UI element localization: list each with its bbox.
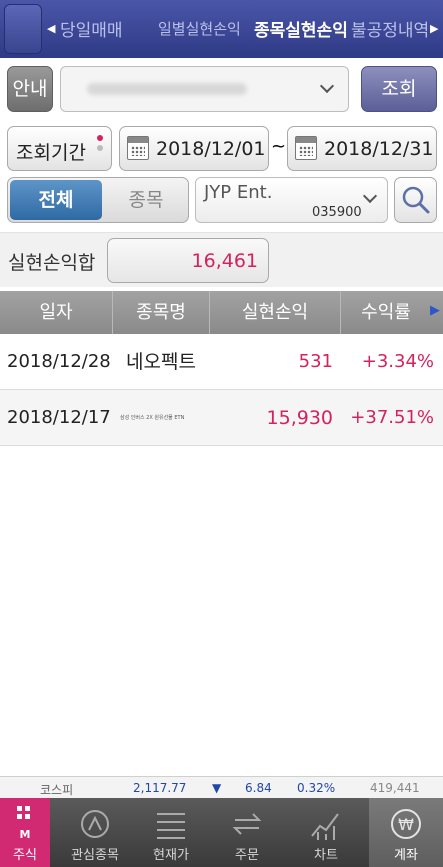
period-label: 조회기간: [16, 142, 86, 164]
nav-chart[interactable]: 차트: [289, 798, 363, 867]
summary-value-box: 16,461: [107, 238, 269, 283]
table-header: 일자 종목명 실현손익 수익률 ▶: [0, 291, 443, 334]
nav-label: 차트: [314, 848, 338, 863]
search-button[interactable]: 조회: [361, 66, 437, 112]
nav-current-price[interactable]: 현재가: [134, 798, 208, 867]
guide-button[interactable]: 안내: [7, 66, 53, 112]
ticker-index-name: 코스피: [40, 783, 74, 797]
ticker-change: 6.84: [245, 781, 272, 795]
stock-select[interactable]: JYP Ent. 035900: [195, 177, 388, 223]
calendar-icon: [127, 136, 149, 160]
end-date-field[interactable]: 2018/12/31: [287, 126, 437, 171]
row-date: 2018/12/17: [7, 407, 111, 428]
filter-stock-button[interactable]: 종목: [104, 180, 188, 220]
column-header-date: 일자: [0, 291, 113, 334]
won-icon: ₩: [391, 809, 421, 839]
table-row[interactable]: 2018/12/28 네오펙트 531 +3.34%: [0, 334, 443, 390]
nav-label: 계좌: [394, 848, 418, 863]
price-list-icon: [157, 813, 185, 839]
column-header-rate: 수익률: [361, 302, 411, 323]
start-date: 2018/12/01: [156, 138, 266, 160]
chevron-down-icon: [362, 188, 378, 204]
period-toggle-icon: [97, 135, 103, 161]
tab-today-trades[interactable]: 당일매매: [60, 16, 123, 41]
column-header-pnl: 실현손익: [210, 291, 341, 334]
brand-logo: M: [19, 828, 31, 841]
stock-code: 035900: [312, 205, 362, 220]
tab-daily-pnl[interactable]: 일별실현손익: [158, 18, 241, 39]
row-stock-name: 삼성 인버스 2X 원유선물 ETN: [120, 415, 185, 421]
filter-segmented-control: 전체 종목: [7, 177, 189, 223]
tab-stock-pnl[interactable]: 종목실현손익: [254, 16, 348, 41]
filter-all-button[interactable]: 전체: [10, 180, 102, 220]
down-arrow-icon: ▼: [212, 781, 222, 795]
tab-scroll-left-icon[interactable]: ◀: [47, 22, 55, 35]
row-rate: +37.51%: [350, 407, 434, 428]
tab-scroll-right-icon[interactable]: ▶: [430, 22, 438, 35]
summary-label: 실현손익합: [8, 252, 96, 274]
row-rate: +3.34%: [361, 351, 434, 372]
grid-icon: [17, 806, 30, 819]
row-stock-name: 네오펙트: [126, 351, 196, 373]
ticker-percent: 0.32%: [297, 781, 336, 795]
menu-button[interactable]: [4, 4, 42, 54]
row-pnl: 531: [298, 351, 333, 372]
account-select[interactable]: [60, 66, 349, 112]
row-date: 2018/12/28: [7, 351, 111, 372]
stock-name: JYP Ent.: [204, 182, 273, 203]
order-exchange-icon: [232, 813, 262, 835]
top-tab-bar: ◀ 당일매매 일별실현손익 종목실현손익 불공정내역 ▶: [0, 0, 443, 58]
column-header-name: 종목명: [113, 291, 210, 334]
nav-watchlist[interactable]: 관심종목: [58, 798, 132, 867]
date-separator: ~: [271, 136, 287, 157]
market-ticker[interactable]: 코스피 2,117.77 ▼ 6.84 0.32% 419,441: [0, 776, 443, 798]
calendar-icon: [295, 136, 317, 160]
end-date: 2018/12/31: [324, 138, 434, 160]
ticker-volume: 419,441: [370, 781, 420, 795]
chevron-down-icon: [319, 78, 335, 94]
ticker-value: 2,117.77: [133, 781, 187, 795]
nav-label: 현재가: [153, 848, 189, 863]
summary-value: 16,461: [191, 250, 258, 272]
nav-order[interactable]: 주문: [210, 798, 284, 867]
nav-stock-home[interactable]: M 주식: [0, 798, 50, 867]
watchlist-icon: [81, 810, 109, 838]
start-date-field[interactable]: 2018/12/01: [119, 126, 269, 171]
masked-account-number: [87, 83, 247, 95]
stock-search-button[interactable]: [394, 177, 437, 223]
bottom-nav: M 주식 관심종목 현재가 주문 차트 ₩ 계좌: [0, 798, 443, 867]
search-icon: [402, 186, 430, 214]
nav-account[interactable]: ₩ 계좌: [369, 798, 443, 867]
table-row[interactable]: 2018/12/17 삼성 인버스 2X 원유선물 ETN 15,930 +37…: [0, 390, 443, 446]
svg-text:₩: ₩: [398, 815, 414, 834]
chart-icon: [311, 813, 339, 840]
row-pnl: 15,930: [266, 407, 333, 429]
scroll-right-icon[interactable]: ▶: [430, 303, 440, 318]
nav-label: 관심종목: [71, 848, 119, 863]
period-select[interactable]: 조회기간: [7, 126, 112, 171]
nav-label: 주식: [13, 848, 37, 863]
tab-unfair-trades[interactable]: 불공정내역: [351, 16, 429, 41]
nav-label: 주문: [235, 848, 259, 863]
